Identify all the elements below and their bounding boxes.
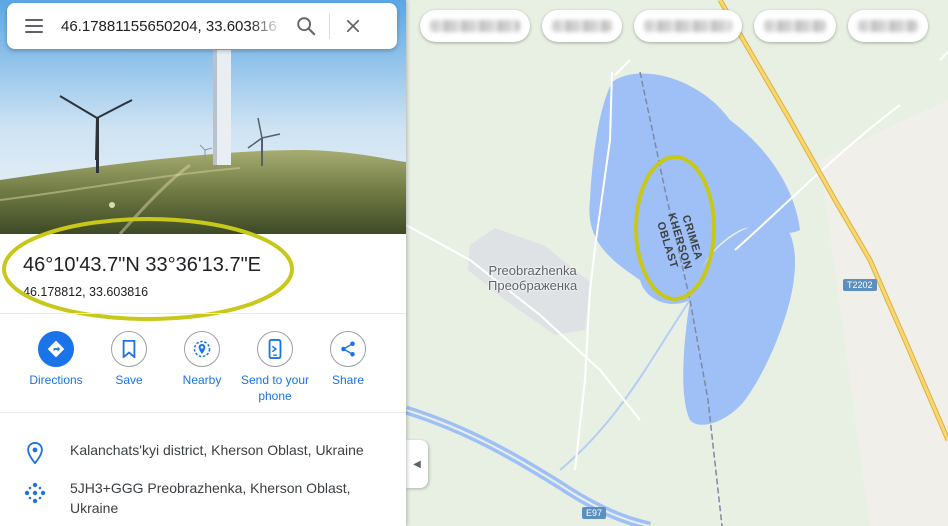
search-box[interactable]: 46.17881155650204, 33.603816 xyxy=(7,3,397,49)
coordinates-decimal: 46.178812, 33.603816 xyxy=(23,285,149,299)
share-button[interactable]: Share xyxy=(311,331,385,388)
side-panel: 46.17881155650204, 33.603816 46°10'43.7"… xyxy=(0,0,406,526)
settlement-name-cyrillic: Преображенка xyxy=(488,278,578,293)
category-chip[interactable] xyxy=(542,10,622,42)
settlement-label[interactable]: Preobrazhenka Преображенка xyxy=(488,263,577,293)
district-text: Kalanchats'kyi district, Kherson Oblast,… xyxy=(70,442,364,458)
clear-search-button[interactable] xyxy=(330,3,376,49)
directions-button[interactable]: Directions xyxy=(19,331,93,388)
send-to-phone-button[interactable]: Send to your phone xyxy=(238,331,312,404)
nearby-button[interactable]: Nearby xyxy=(165,331,239,388)
close-icon xyxy=(346,19,360,33)
category-chip[interactable] xyxy=(634,10,742,42)
directions-icon xyxy=(38,331,74,367)
plus-code-row[interactable]: 5JH3+GGG Preobrazhenka, Kherson Oblast, … xyxy=(0,478,406,518)
chevron-left-icon: ◀ xyxy=(413,458,421,470)
coordinates-dms: 46°10'43.7"N 33°36'13.7"E xyxy=(23,254,262,276)
collapse-panel-button[interactable]: ◀ xyxy=(406,440,428,488)
share-icon xyxy=(330,331,366,367)
category-chip[interactable] xyxy=(848,10,928,42)
menu-icon[interactable] xyxy=(7,3,61,49)
category-chip[interactable] xyxy=(420,10,530,42)
share-label: Share xyxy=(331,373,365,387)
nearby-label: Nearby xyxy=(182,373,222,387)
send-to-phone-label: Send to your phone xyxy=(240,373,310,403)
save-label: Save xyxy=(115,373,143,387)
search-button[interactable] xyxy=(283,3,329,49)
action-bar: Directions Save Nearby Send to your phon… xyxy=(0,313,406,413)
plus-code-text: 5JH3+GGG Preobrazhenka, Kherson Oblast, … xyxy=(70,480,351,516)
map-category-chips xyxy=(420,10,928,42)
bookmark-icon xyxy=(111,331,147,367)
search-icon xyxy=(297,17,316,36)
location-pin-outline-icon xyxy=(27,442,43,464)
settlement-name-latin: Preobrazhenka xyxy=(488,263,577,278)
category-chip[interactable] xyxy=(754,10,836,42)
search-input[interactable]: 46.17881155650204, 33.603816 xyxy=(61,18,283,35)
address-row[interactable]: Kalanchats'kyi district, Kherson Oblast,… xyxy=(0,440,406,464)
phone-icon xyxy=(257,331,293,367)
road-shield-e97: E97 xyxy=(582,507,607,519)
plus-code-icon xyxy=(24,482,46,504)
directions-label: Directions xyxy=(29,373,83,387)
save-button[interactable]: Save xyxy=(92,331,166,388)
place-header: 46°10'43.7"N 33°36'13.7"E 46.178812, 33.… xyxy=(0,234,406,312)
road-shield-t2202: T2202 xyxy=(843,279,877,291)
nearby-icon xyxy=(184,331,220,367)
